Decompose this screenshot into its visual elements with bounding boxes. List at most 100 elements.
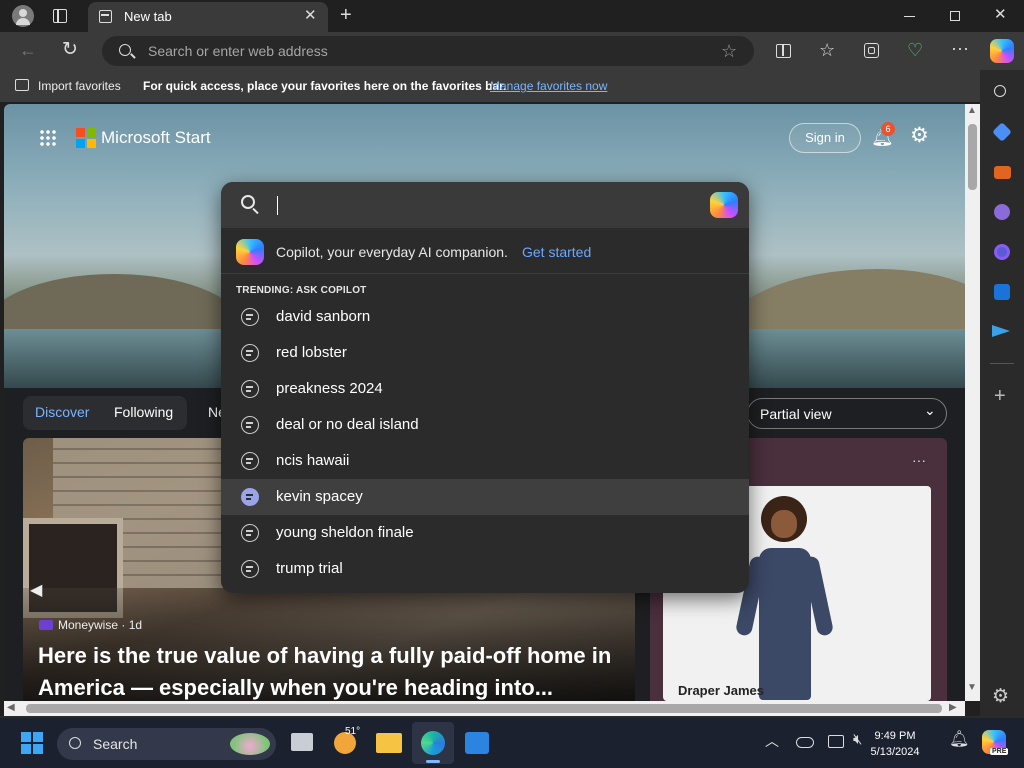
sign-in-button[interactable]: Sign in [789,123,861,153]
search-icon [69,737,81,749]
split-screen-icon[interactable] [776,44,791,58]
task-view-icon[interactable] [291,733,313,751]
feed-tabs: Discover Following [23,396,187,430]
file-explorer-icon[interactable] [376,733,402,753]
copilot-promo-text: Copilot, your everyday AI companion. [276,244,508,260]
profile-avatar-icon[interactable] [12,5,34,27]
add-sidebar-app-icon[interactable]: + [994,386,1006,406]
tab-actions-icon[interactable] [53,9,67,23]
collections-icon[interactable] [864,43,879,58]
chat-bubble-icon [241,344,259,362]
scroll-right-icon[interactable]: ▶ [949,702,957,713]
clock-time: 9:49 PM [874,730,916,742]
import-favorites-icon [15,79,29,91]
more-options-icon[interactable]: ··· [951,39,969,57]
sidebar-settings-icon[interactable]: ⚙ [992,687,1009,706]
tab-title: New tab [124,9,172,24]
favorites-bar-hint: For quick access, place your favorites h… [143,79,507,93]
close-tab-icon[interactable]: ✕ [304,8,317,23]
search-icon[interactable] [994,85,1006,97]
chat-bubble-icon [241,416,259,434]
tools-briefcase-icon[interactable] [994,166,1011,179]
manage-favorites-link[interactable]: Manage favorites now [490,79,607,93]
microsoft-365-icon[interactable] [994,244,1010,260]
display-icon[interactable] [828,735,844,748]
refresh-icon[interactable]: ↻ [62,40,78,59]
show-hidden-icons-chevron-icon[interactable]: ︿ [765,734,779,748]
brand-title[interactable]: Microsoft Start [101,128,211,148]
copilot-icon [236,239,264,265]
chat-bubble-icon [241,560,259,578]
suggestion-text: deal or no deal island [276,416,419,433]
copilot-icon[interactable] [990,39,1014,63]
clock-date: 5/13/2024 [870,746,920,758]
send-plane-icon[interactable] [992,325,1010,337]
view-select-dropdown[interactable]: Partial view ⌄ [747,398,947,429]
microsoft-logo-icon [76,128,96,148]
back-arrow-icon[interactable]: ← [19,41,37,59]
close-window-icon[interactable]: ✕ [994,7,1007,22]
new-tab-plus-icon[interactable]: + [340,5,352,25]
suggestion-item-highlighted[interactable]: kevin spacey [221,479,749,515]
settings-gear-icon[interactable]: ⚙ [910,125,929,146]
suggestion-text: ncis hawaii [276,452,350,469]
search-highlight-icon [230,733,270,755]
scroll-up-icon[interactable]: ▲ [967,105,977,116]
system-clock[interactable]: 9:49 PM 5/13/2024 [860,728,930,760]
weather-temperature: 51° [345,726,361,737]
horizontal-scroll-thumb[interactable] [26,704,942,713]
chat-bubble-icon [241,308,259,326]
tab-new-tab[interactable]: New tab ✕ [88,2,328,32]
tab-following[interactable]: Following [114,404,173,420]
chat-bubble-icon [241,524,259,542]
suggestion-item[interactable]: deal or no deal island [221,407,749,443]
shopping-tag-icon[interactable] [992,122,1012,142]
vertical-scroll-thumb[interactable] [968,124,977,190]
suggestion-item[interactable]: trump trial [221,551,749,587]
favorites-bar: Import favorites For quick access, place… [0,70,1024,102]
scroll-left-icon[interactable]: ◀ [7,702,15,713]
edge-sidebar: + ⚙ [980,70,1024,718]
suggestion-item[interactable]: preakness 2024 [221,371,749,407]
copilot-icon[interactable] [710,192,738,218]
games-icon[interactable] [994,204,1010,220]
sidebar-divider [990,363,1014,364]
browser-essentials-icon[interactable]: ♡ [907,41,923,59]
new-tab-page-icon [99,10,112,23]
edge-taskbar-button[interactable] [412,722,454,764]
horizontal-scrollbar[interactable]: ◀ ▶ [4,701,965,716]
suggestion-item[interactable]: david sanborn [221,299,749,335]
scroll-down-icon[interactable]: ▼ [967,682,977,693]
suggestion-text: david sanborn [276,308,371,325]
taskbar-search-label: Search [93,736,138,752]
carousel-prev-icon[interactable]: ◀ [30,580,42,600]
microsoft-store-icon[interactable] [465,732,489,754]
suggestion-item[interactable]: young sheldon finale [221,515,749,551]
tab-discover[interactable]: Discover [35,404,89,420]
vertical-scrollbar[interactable]: ▲ ▼ [965,104,980,701]
favorites-icon[interactable]: ☆ [819,41,835,59]
news-headline[interactable]: Here is the true value of having a fully… [38,640,628,701]
favorite-star-icon[interactable]: ☆ [721,42,737,60]
search-input[interactable] [221,182,749,228]
restore-icon[interactable] [950,11,960,21]
suggestion-text: young sheldon finale [276,524,414,541]
news-source: Moneywise · 1d [58,618,143,632]
outlook-icon[interactable] [994,284,1010,300]
copilot-get-started-link[interactable]: Get started [522,244,591,260]
suggestion-item[interactable]: ncis hawaii [221,443,749,479]
source-logo-icon [39,620,53,630]
notification-center-icon[interactable]: 🔔︎ [949,732,969,748]
taskbar-search-box[interactable]: Search [57,728,276,760]
windows-start-icon[interactable] [21,732,43,754]
minimize-icon[interactable] [904,16,915,17]
address-bar[interactable]: Search or enter web address ☆ [102,36,754,66]
apps-grid-icon[interactable] [39,129,57,147]
copilot-preview-badge: PRE [990,748,1009,755]
search-dropdown: Copilot, your everyday AI companion. Get… [221,182,749,593]
chat-bubble-icon [241,380,259,398]
more-options-icon[interactable]: ··· [912,452,926,468]
import-favorites-button[interactable]: Import favorites [38,79,121,93]
suggestion-item[interactable]: red lobster [221,335,749,371]
onedrive-off-icon[interactable] [796,737,814,748]
